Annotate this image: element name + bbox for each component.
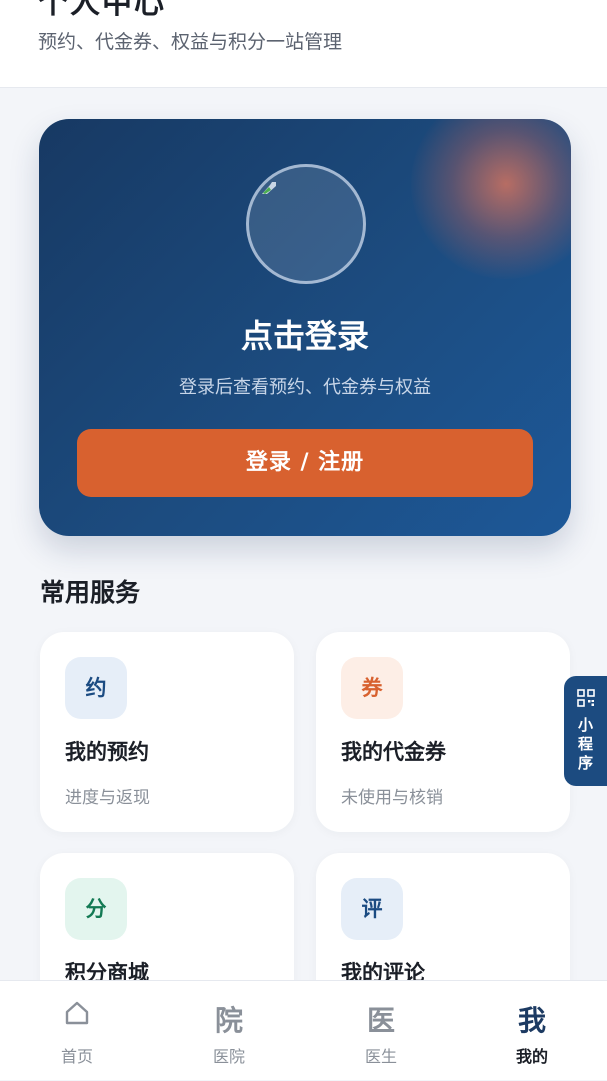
review-icon: 评	[341, 878, 403, 940]
service-card-title: 我的预约	[65, 740, 149, 764]
page-title: 个人中心	[38, 0, 166, 21]
service-card-vouchers[interactable]: 券 我的代金券 未使用与核销	[316, 632, 570, 832]
service-card-appointments[interactable]: 约 我的预约 进度与返现	[40, 632, 294, 832]
decorative-glow	[411, 119, 571, 279]
mini-program-button[interactable]: 小程序	[564, 676, 607, 786]
tab-mine[interactable]: 我 我的	[456, 981, 607, 1081]
service-card-subtitle: 进度与返现	[65, 788, 150, 808]
mini-program-label: 小程序	[577, 716, 593, 772]
mine-icon: 我	[517, 1004, 546, 1037]
bottom-tab-bar: 首页 院 医院 医 医生 我 我的	[0, 980, 607, 1080]
tab-label: 医院	[212, 1047, 245, 1066]
home-icon	[1, 999, 153, 1027]
qr-code-icon	[577, 689, 595, 707]
login-register-button[interactable]: 登录 / 注册	[77, 429, 533, 497]
broken-image-icon	[262, 182, 276, 194]
hospital-icon: 院	[214, 1004, 243, 1037]
tab-label: 我的	[515, 1047, 548, 1066]
login-card[interactable]: 点击登录 登录后查看预约、代金券与权益 登录 / 注册	[39, 119, 571, 536]
section-title-services: 常用服务	[40, 578, 141, 607]
tab-doctor[interactable]: 医 医生	[305, 981, 457, 1081]
tab-label: 首页	[60, 1047, 93, 1066]
service-card-title: 我的代金券	[341, 740, 446, 764]
tab-label: 医生	[364, 1047, 397, 1066]
points-icon: 分	[65, 878, 127, 940]
page-subtitle: 预约、代金券、权益与积分一站管理	[38, 31, 343, 53]
tab-hospital[interactable]: 院 医院	[153, 981, 305, 1081]
voucher-icon: 券	[341, 657, 403, 719]
doctor-icon: 医	[366, 1004, 395, 1037]
tab-home[interactable]: 首页	[1, 981, 153, 1081]
page-header: 个人中心 预约、代金券、权益与积分一站管理	[0, 0, 607, 88]
login-title[interactable]: 点击登录	[39, 311, 571, 357]
avatar[interactable]	[246, 164, 366, 284]
service-card-subtitle: 未使用与核销	[341, 788, 443, 808]
appointment-icon: 约	[65, 657, 127, 719]
login-subtitle: 登录后查看预约、代金券与权益	[179, 377, 431, 398]
